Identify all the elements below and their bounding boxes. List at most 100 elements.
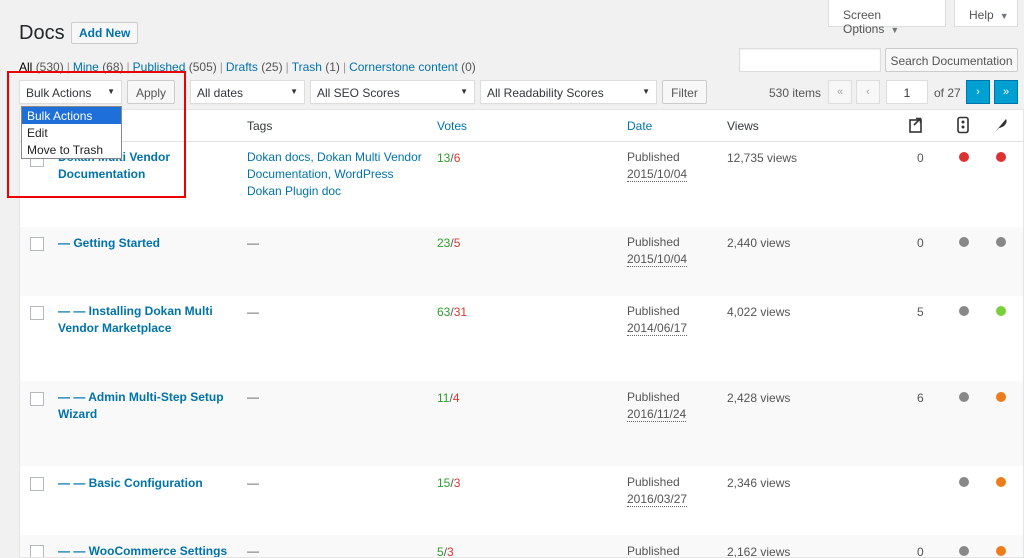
doc-date: Published 2016/11/24 xyxy=(627,389,687,423)
doc-links-count: 0 xyxy=(917,151,924,165)
readability-score-select[interactable]: All Readability Scores ▼ xyxy=(480,80,657,104)
row-checkbox[interactable] xyxy=(30,477,44,491)
doc-tags: — xyxy=(247,236,259,250)
doc-title-link[interactable]: — — Basic Configuration xyxy=(58,475,233,492)
readability-score-dot xyxy=(996,392,1006,402)
column-date[interactable]: Date xyxy=(627,119,652,133)
search-documentation-button[interactable]: Search Documentation xyxy=(885,48,1018,72)
doc-date: Published 2015/10/04 xyxy=(627,234,688,268)
doc-votes: 11/4 xyxy=(437,391,460,405)
filter-button[interactable]: Filter xyxy=(662,80,707,104)
doc-views: 2,162 views xyxy=(727,545,791,558)
filter-cornerstone[interactable]: Cornerstone content xyxy=(349,60,458,74)
readability-score-icon xyxy=(995,119,1007,132)
doc-date-value: 2016/11/24 xyxy=(627,407,687,422)
doc-votes: 23/5 xyxy=(437,236,461,250)
votes-up: 15 xyxy=(437,476,451,490)
seo-score-dot xyxy=(959,477,969,487)
doc-date: Published 2015/10/04 xyxy=(627,149,688,183)
chevron-down-icon: ▼ xyxy=(642,87,650,96)
doc-date-value: 2015/10/04 xyxy=(627,167,688,182)
help-label: Help xyxy=(969,8,994,22)
outgoing-links-icon xyxy=(909,117,922,133)
doc-views: 4,022 views xyxy=(727,305,791,319)
doc-votes: 5/3 xyxy=(437,545,454,558)
items-count: 530 items xyxy=(769,86,822,100)
highlight-annotation-box xyxy=(7,71,186,198)
votes-down: 4 xyxy=(452,391,460,405)
doc-date-value: 2015/10/04 xyxy=(627,252,688,267)
current-page-input[interactable]: 1 xyxy=(886,80,928,104)
help-tab[interactable]: Help ▼ xyxy=(954,0,1018,27)
chevron-down-icon: ▼ xyxy=(290,87,298,96)
doc-tags: — xyxy=(247,305,259,319)
doc-tags: — xyxy=(247,390,259,404)
filter-trash-count: (1) xyxy=(325,60,340,74)
column-votes[interactable]: Votes xyxy=(437,119,467,133)
votes-down: 31 xyxy=(453,305,468,319)
doc-links-count: 6 xyxy=(917,391,924,405)
doc-title-link[interactable]: — — Installing Dokan Multi Vendor Market… xyxy=(58,303,233,337)
doc-status: Published xyxy=(627,544,680,558)
filter-published-count: (505) xyxy=(188,60,217,74)
doc-status: Published xyxy=(627,390,680,404)
doc-links-count: 0 xyxy=(917,545,924,558)
doc-votes: 63/31 xyxy=(437,305,468,319)
page-title: Docs xyxy=(19,22,65,44)
table-row: — — Admin Multi-Step Setup Wizard — 11/4… xyxy=(20,381,1023,466)
filter-drafts[interactable]: Drafts xyxy=(226,60,258,74)
readability-score-dot xyxy=(996,152,1006,162)
column-views: Views xyxy=(727,119,759,133)
doc-tags: — xyxy=(247,476,259,490)
search-input[interactable] xyxy=(739,48,881,72)
doc-title-link[interactable]: — — Admin Multi-Step Setup Wizard xyxy=(58,389,233,423)
votes-up: 63 xyxy=(437,305,451,319)
readability-score-dot xyxy=(996,306,1006,316)
seo-score-dot xyxy=(959,392,969,402)
doc-status: Published xyxy=(627,475,680,489)
doc-tags: — xyxy=(247,544,259,558)
doc-tags[interactable]: Dokan docs, Dokan Multi Vendor Documenta… xyxy=(247,149,427,200)
screen-options-tab[interactable]: Screen Options ▼ xyxy=(828,0,946,36)
first-page-button[interactable]: « xyxy=(828,80,852,104)
table-row: — — Basic Configuration — 15/3 Published… xyxy=(20,466,1023,535)
seo-score-dot xyxy=(959,152,969,162)
votes-down: 5 xyxy=(453,236,461,250)
doc-title-link[interactable]: — Getting Started xyxy=(58,235,233,252)
doc-views: 2,440 views xyxy=(727,236,791,250)
doc-date-value: 2016/03/27 xyxy=(627,492,688,507)
row-checkbox[interactable] xyxy=(30,392,44,406)
readability-score-dot xyxy=(996,546,1006,556)
doc-links-count: 0 xyxy=(917,236,924,250)
date-filter-select[interactable]: All dates ▼ xyxy=(190,80,305,104)
doc-status: Published xyxy=(627,150,680,164)
seo-score-dot xyxy=(959,306,969,316)
column-tags: Tags xyxy=(247,119,273,133)
doc-date: Published xyxy=(627,543,680,558)
date-filter-value: All dates xyxy=(197,86,244,100)
previous-page-button[interactable]: ‹ xyxy=(856,80,880,104)
votes-down: 3 xyxy=(447,545,454,558)
readability-score-dot xyxy=(996,237,1006,247)
row-checkbox[interactable] xyxy=(30,237,44,251)
doc-title-link[interactable]: — — WooCommerce Settings xyxy=(58,543,233,557)
doc-date: Published 2014/06/17 xyxy=(627,303,688,337)
votes-up: 5 xyxy=(437,545,444,558)
chevron-down-icon: ▼ xyxy=(890,25,900,35)
last-page-button[interactable]: » xyxy=(994,80,1018,104)
chevron-down-icon: ▼ xyxy=(460,87,468,96)
filter-cornerstone-count: (0) xyxy=(461,60,476,74)
doc-views: 12,735 views xyxy=(727,151,798,165)
table-row: — Getting Started — 23/5 Published 2015/1… xyxy=(20,227,1023,296)
row-checkbox[interactable] xyxy=(30,545,44,557)
filter-drafts-count: (25) xyxy=(261,60,283,74)
doc-status: Published xyxy=(627,304,680,318)
doc-links-count: 5 xyxy=(917,305,924,319)
filter-trash[interactable]: Trash xyxy=(292,60,322,74)
votes-up: 23 xyxy=(437,236,451,250)
add-new-button[interactable]: Add New xyxy=(71,22,139,44)
seo-score-select[interactable]: All SEO Scores ▼ xyxy=(310,80,475,104)
next-page-button[interactable]: › xyxy=(966,80,990,104)
row-checkbox[interactable] xyxy=(30,306,44,320)
table-row: — — Installing Dokan Multi Vendor Market… xyxy=(20,296,1023,381)
